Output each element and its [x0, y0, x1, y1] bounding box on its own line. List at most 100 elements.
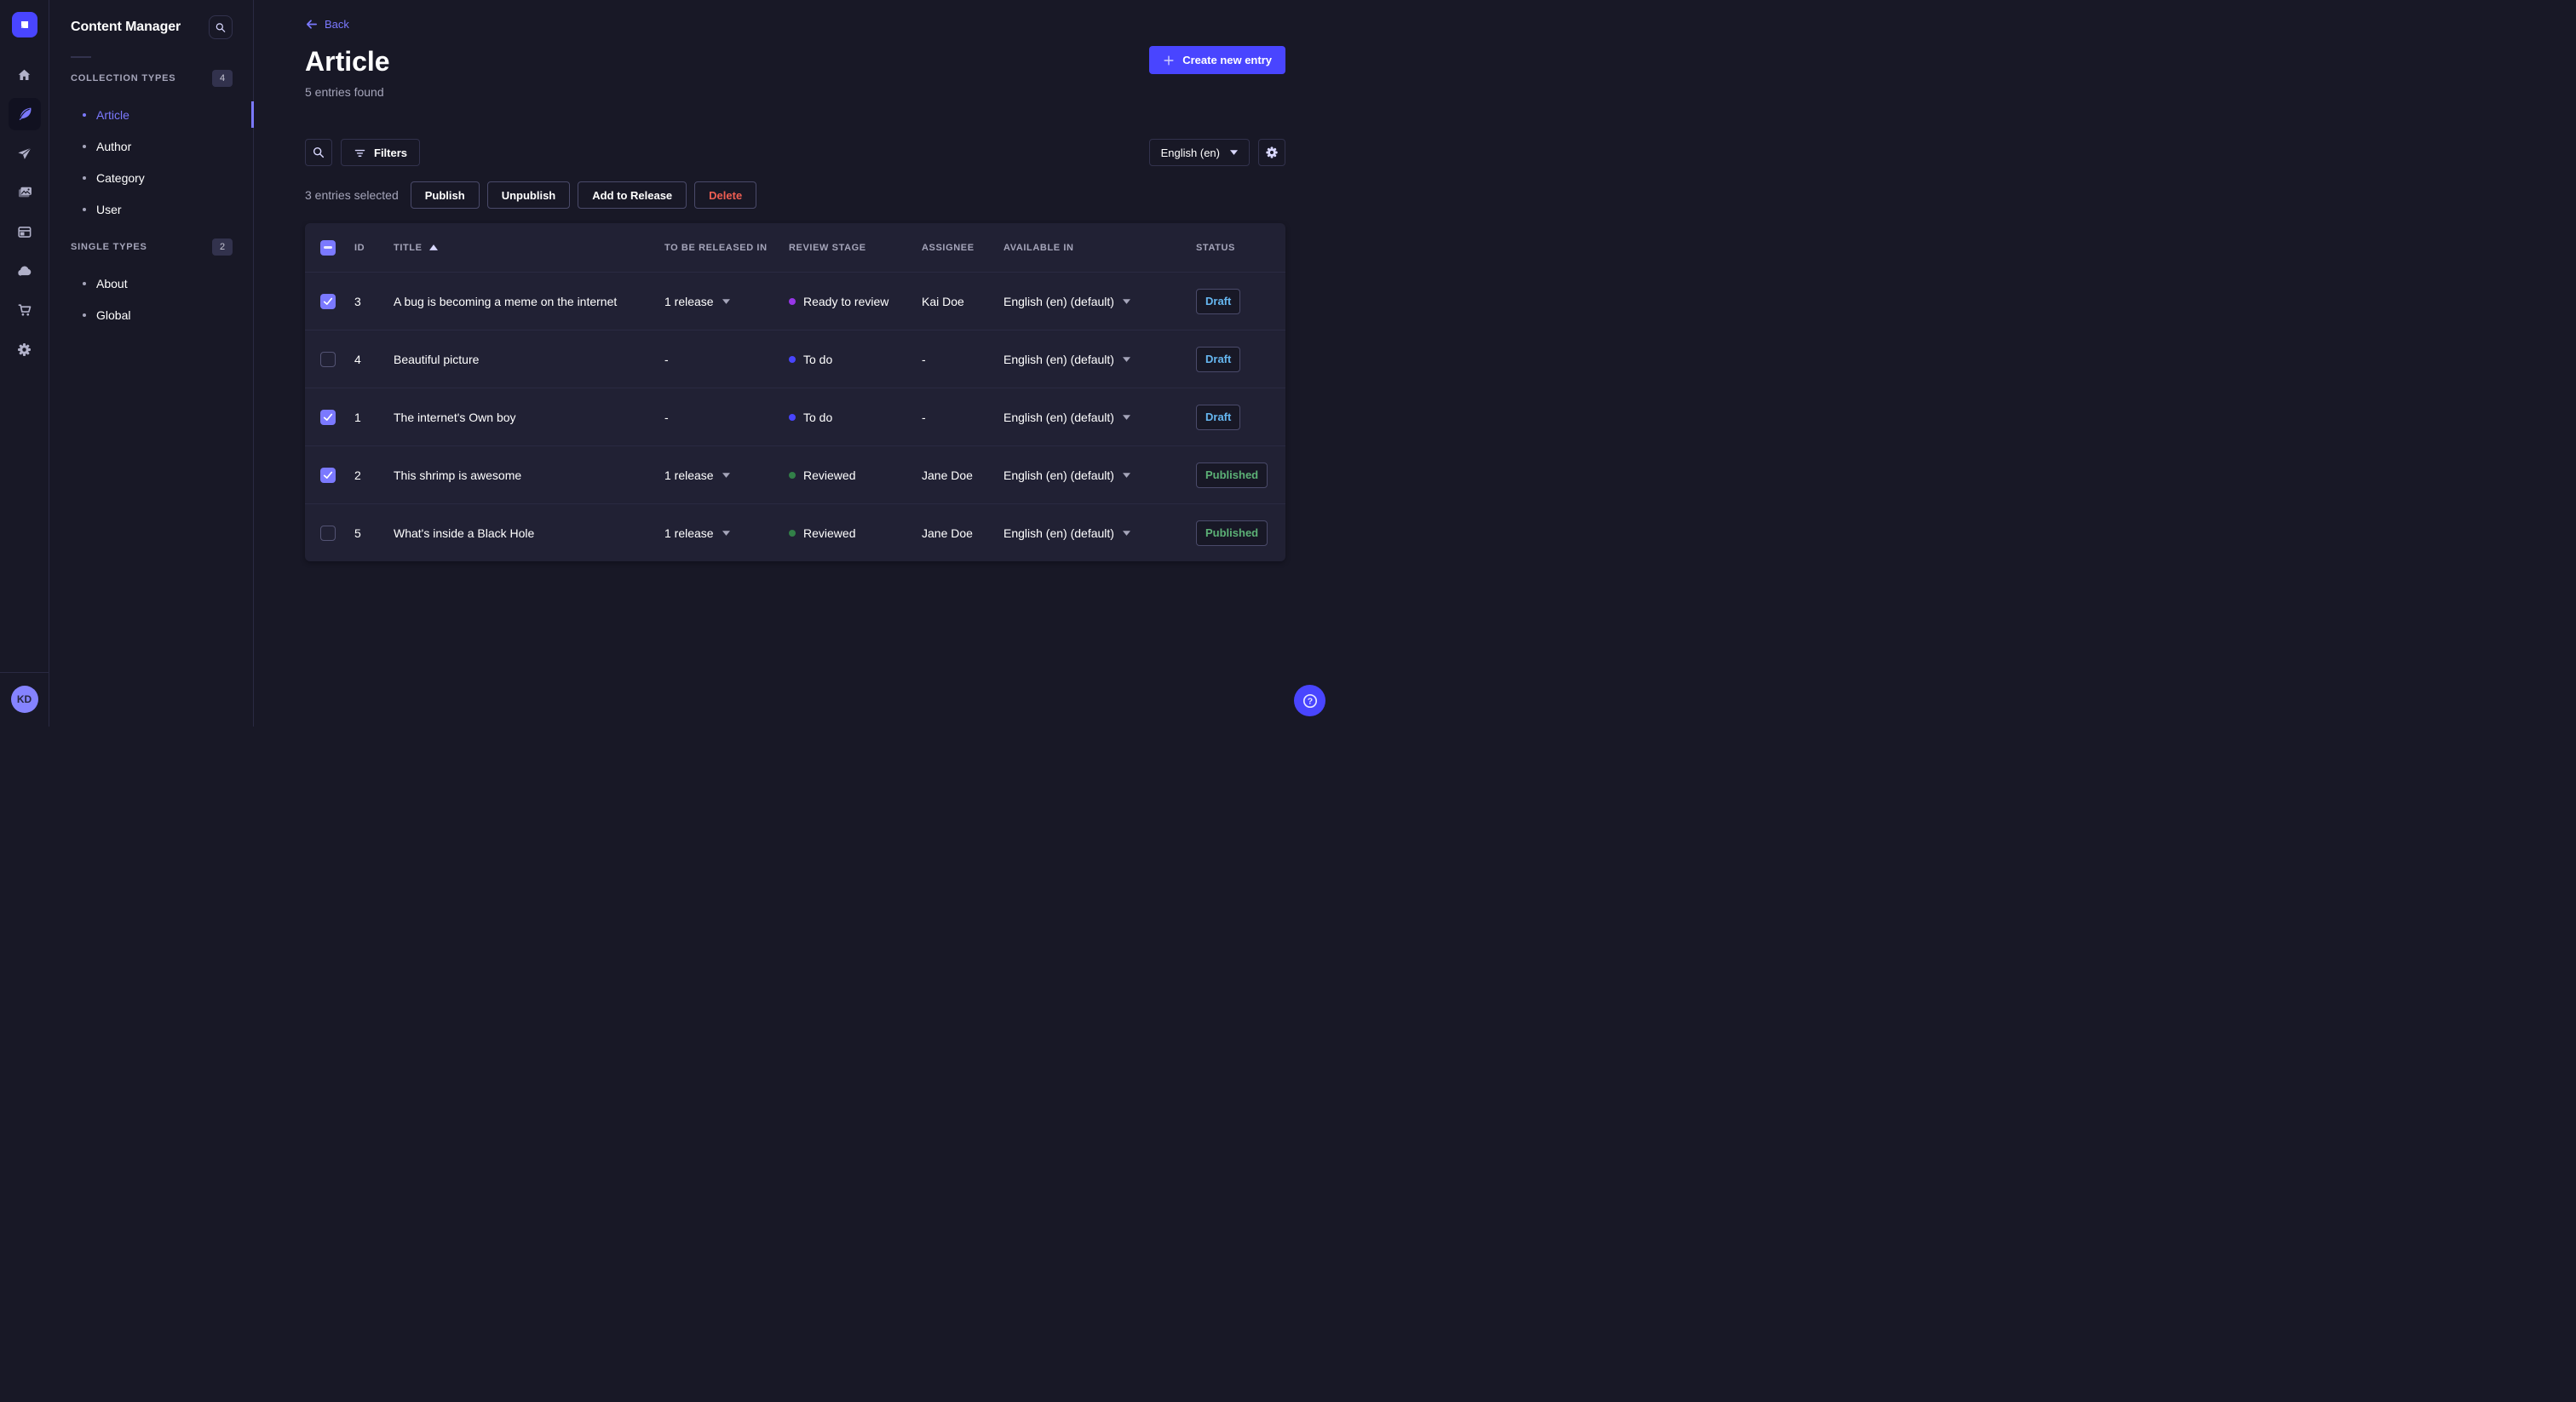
nav-item-label: User — [96, 202, 122, 216]
cell-assignee: - — [922, 410, 926, 424]
sidebar-nav-item[interactable]: Global — [71, 299, 233, 330]
row-checkbox[interactable] — [320, 351, 336, 367]
bulk-action-button[interactable]: Unpublish — [486, 181, 571, 209]
column-header-title[interactable]: TITLE — [394, 243, 664, 253]
user-avatar[interactable]: KD — [10, 686, 38, 713]
bulk-action-button[interactable]: Publish — [410, 181, 480, 209]
checkmark-icon — [323, 471, 333, 479]
locale-dropdown[interactable]: English (en) (default) — [1003, 411, 1196, 424]
release-dropdown[interactable]: 1 release — [664, 295, 789, 308]
filter-icon — [354, 149, 365, 157]
strapi-logo-icon — [20, 20, 28, 29]
cell-title: The internet's Own boy — [394, 410, 516, 424]
row-checkbox[interactable] — [320, 293, 336, 309]
release-label: 1 release — [664, 526, 714, 540]
release-dropdown[interactable]: - — [664, 353, 789, 366]
cell-title: What's inside a Black Hole — [394, 526, 535, 540]
nav-cloud-button[interactable] — [9, 255, 41, 287]
table-row[interactable]: 3 A bug is becoming a meme on the intern… — [305, 272, 1285, 330]
cloud-icon — [18, 266, 32, 276]
select-all-checkbox[interactable] — [320, 239, 336, 256]
section-label: SINGLE TYPES — [71, 242, 147, 252]
plus-icon — [1164, 55, 1174, 66]
chevron-down-icon — [1230, 150, 1238, 155]
strapi-logo[interactable] — [11, 12, 37, 37]
locale-value: English (en) — [1160, 146, 1220, 159]
cell-status: Draft — [1196, 288, 1285, 314]
nav-content-manager-button[interactable] — [8, 98, 41, 130]
release-dropdown[interactable]: 1 release — [664, 468, 789, 482]
cell-id: 1 — [354, 410, 361, 424]
release-dropdown[interactable]: - — [664, 411, 789, 424]
help-button[interactable]: ? — [1294, 685, 1325, 716]
question-mark-icon: ? — [1302, 693, 1317, 708]
nav-settings-button[interactable] — [9, 333, 41, 365]
sidebar-title: Content Manager — [71, 20, 181, 34]
release-label: - — [664, 352, 669, 366]
cell-id: 4 — [354, 352, 361, 366]
column-header-id: ID — [354, 242, 365, 253]
feather-icon — [19, 107, 31, 120]
release-label: 1 release — [664, 468, 714, 482]
active-indicator — [251, 101, 254, 128]
row-checkbox[interactable] — [320, 525, 336, 541]
row-checkbox[interactable] — [320, 467, 336, 483]
sidebar-nav-item[interactable]: About — [71, 267, 233, 299]
cell-review-stage: To do — [789, 411, 922, 424]
filters-button[interactable]: Filters — [341, 139, 421, 166]
release-label: 1 release — [664, 294, 714, 308]
svg-text:?: ? — [1307, 696, 1312, 706]
table-row[interactable]: 4 Beautiful picture - To do - English (e… — [305, 330, 1285, 388]
bulk-action-button[interactable]: Delete — [694, 181, 757, 209]
nav-item-label: Category — [96, 170, 145, 185]
sidebar-search-button[interactable] — [209, 15, 233, 39]
locale-dropdown[interactable]: English (en) (default) — [1003, 468, 1196, 482]
nav-releases-button[interactable] — [9, 137, 41, 170]
cell-status: Published — [1196, 520, 1285, 546]
nav-content-type-builder-button[interactable] — [9, 215, 41, 248]
locale-select[interactable]: English (en) — [1148, 139, 1250, 166]
sidebar-nav-item[interactable]: Category — [71, 162, 233, 193]
stage-dot-icon — [789, 471, 796, 479]
locale-dropdown[interactable]: English (en) (default) — [1003, 526, 1196, 540]
nav-home-button[interactable] — [9, 59, 41, 91]
nav-marketplace-button[interactable] — [9, 294, 41, 326]
row-checkbox[interactable] — [320, 409, 336, 425]
table-row[interactable]: 5 What's inside a Black Hole 1 release R… — [305, 503, 1285, 561]
checkmark-icon — [323, 297, 333, 305]
bulk-action-button[interactable]: Add to Release — [578, 181, 687, 209]
back-link[interactable]: Back — [305, 18, 349, 31]
nav-media-library-button[interactable] — [9, 176, 41, 209]
sidebar-nav-item[interactable]: Article — [71, 99, 254, 130]
sidebar-nav-item[interactable]: User — [71, 193, 233, 225]
cell-review-stage: Ready to review — [789, 295, 922, 308]
table-row[interactable]: 2 This shrimp is awesome 1 release Revie… — [305, 445, 1285, 503]
table-row[interactable]: 1 The internet's Own boy - To do - Engli… — [305, 388, 1285, 445]
release-dropdown[interactable]: 1 release — [664, 526, 789, 540]
cell-title: Beautiful picture — [394, 352, 480, 366]
create-new-entry-button[interactable]: Create new entry — [1149, 46, 1285, 74]
status-badge: Draft — [1196, 404, 1241, 430]
chevron-down-icon — [722, 472, 730, 478]
locale-dropdown[interactable]: English (en) (default) — [1003, 295, 1196, 308]
content-manager-sidebar: Content Manager COLLECTION TYPES 4 Artic… — [50, 0, 254, 727]
view-settings-button[interactable] — [1258, 139, 1285, 166]
nav-item-label: About — [96, 276, 128, 290]
chevron-down-icon — [1122, 472, 1130, 478]
bullet-icon — [83, 144, 86, 148]
section-label: COLLECTION TYPES — [71, 73, 176, 83]
locale-dropdown[interactable]: English (en) (default) — [1003, 353, 1196, 366]
cell-status: Published — [1196, 462, 1285, 488]
stage-dot-icon — [789, 297, 796, 305]
table-search-button[interactable] — [305, 139, 332, 166]
table-body: 3 A bug is becoming a meme on the intern… — [305, 272, 1285, 561]
sidebar-nav-item[interactable]: Author — [71, 130, 233, 162]
locale-label: English (en) (default) — [1003, 468, 1114, 482]
stage-dot-icon — [789, 355, 796, 363]
main-content: Back Article 5 entries found Create new … — [255, 0, 1336, 727]
stage-label: Reviewed — [803, 526, 856, 540]
create-new-entry-label: Create new entry — [1182, 54, 1272, 66]
search-icon — [313, 147, 325, 158]
sidebar-divider — [71, 56, 91, 58]
search-icon — [216, 22, 226, 32]
